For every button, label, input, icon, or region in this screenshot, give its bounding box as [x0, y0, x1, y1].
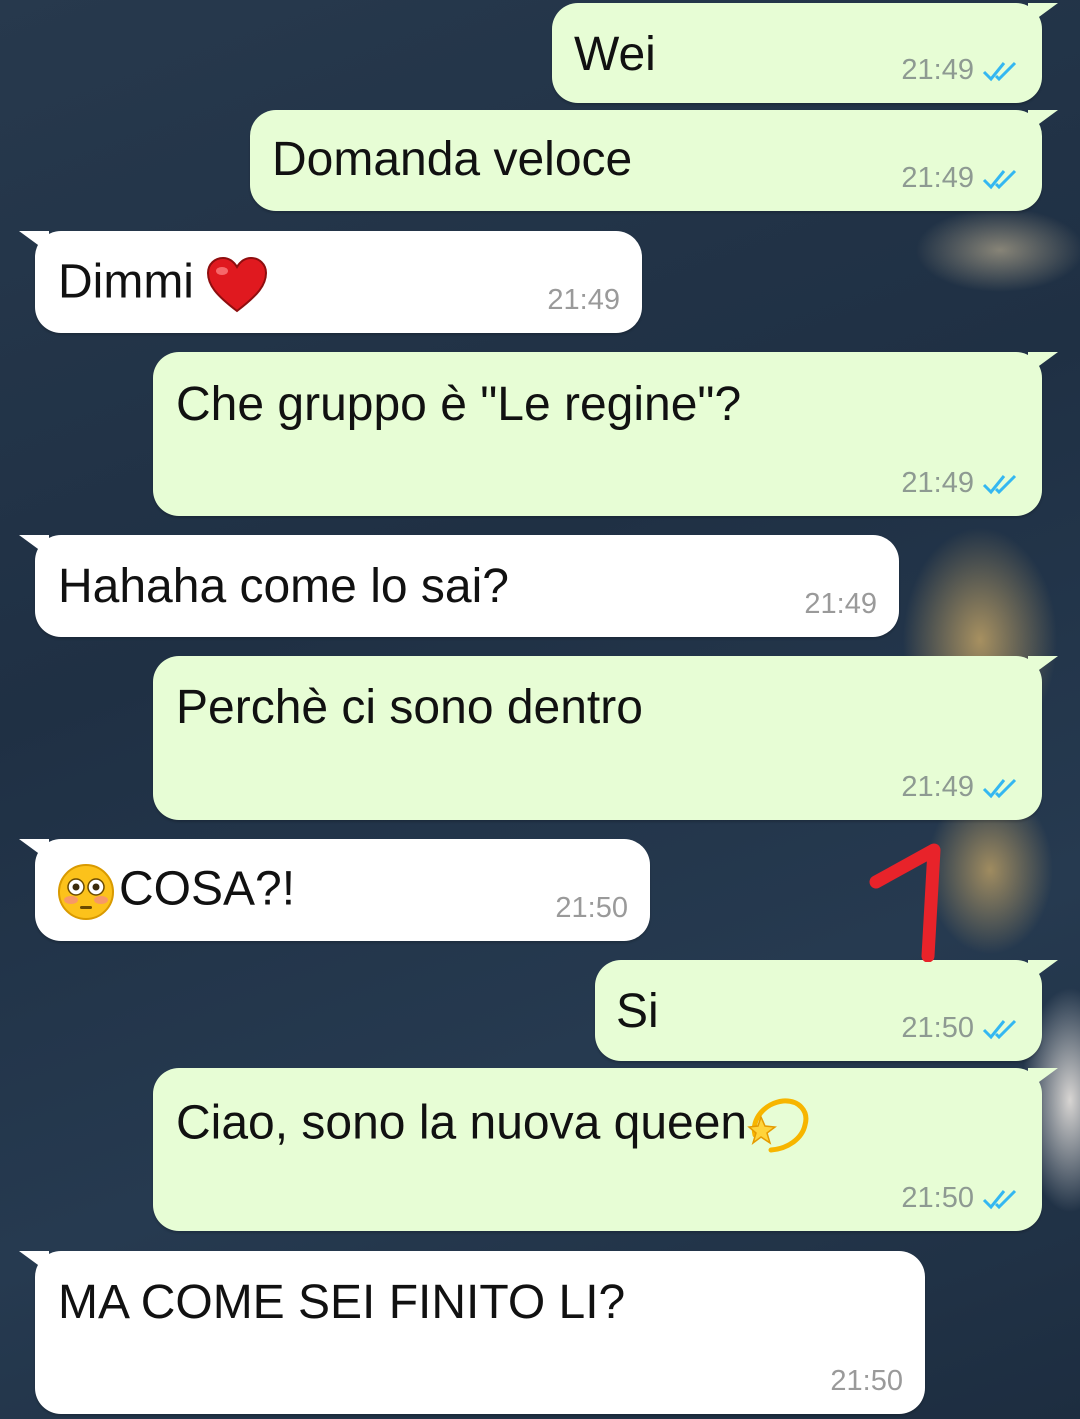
message-bubble-outgoing[interactable]: Perchè ci sono dentro 21:49: [153, 656, 1058, 820]
message-time: 21:49: [547, 284, 620, 316]
message-meta: 21:50: [901, 1014, 1020, 1043]
message-bubble-incoming[interactable]: Dimmi 21:49: [19, 231, 642, 333]
message-meta: 21:49: [804, 590, 877, 619]
double-check-read-icon: [982, 61, 1017, 81]
message-meta: 21:49: [901, 469, 1020, 498]
red-heart-icon: [206, 257, 267, 313]
double-check-read-icon: [982, 474, 1017, 494]
double-check-read-icon: [982, 1019, 1017, 1039]
message-text: Domanda veloce: [272, 133, 633, 186]
message-time: 21:49: [901, 467, 974, 499]
message-text-content: Ciao, sono la nuova queen: [176, 1096, 748, 1150]
message-meta: 21:50: [901, 1184, 1020, 1213]
message-text: COSA?!: [57, 863, 295, 921]
message-bubble-incoming[interactable]: Hahaha come lo sai? 21:49: [19, 535, 899, 637]
message-text: Si: [616, 985, 659, 1038]
message-text: Dimmi: [58, 257, 268, 313]
message-bubble-outgoing[interactable]: Domanda veloce 21:49: [250, 110, 1058, 211]
double-check-read-icon: [982, 169, 1017, 189]
flushed-face-icon: [58, 864, 114, 920]
message-bubble-outgoing[interactable]: Che gruppo è "Le regine"? 21:49: [153, 352, 1058, 516]
message-time: 21:49: [804, 588, 877, 620]
message-text-content: COSA?!: [119, 862, 296, 916]
message-meta: 21:49: [547, 286, 620, 315]
message-text-content: Dimmi: [58, 255, 194, 309]
message-text: Wei: [574, 28, 656, 81]
message-bubble-outgoing[interactable]: Ciao, sono la nuova queen 21:50: [153, 1068, 1058, 1231]
red-hand-drawn-mark-icon: [869, 843, 941, 962]
message-time: 21:49: [901, 162, 974, 194]
message-meta: 21:50: [830, 1367, 903, 1396]
message-meta: 21:49: [901, 773, 1020, 802]
message-text: MA COME SEI FINITO LI?: [58, 1276, 626, 1329]
message-time: 21:49: [901, 771, 974, 803]
message-bubble-incoming[interactable]: COSA?! 21:50: [19, 839, 650, 941]
dizzy-star-icon: [747, 1098, 809, 1153]
double-check-read-icon: [982, 778, 1017, 798]
message-meta: 21:50: [555, 894, 628, 923]
message-time: 21:50: [830, 1365, 903, 1397]
message-meta: 21:49: [901, 164, 1020, 193]
message-text: Che gruppo è "Le regine"?: [176, 378, 742, 431]
message-meta: 21:49: [901, 56, 1020, 85]
double-check-read-icon: [982, 1189, 1017, 1209]
message-bubble-outgoing[interactable]: Si 21:50: [595, 960, 1058, 1061]
message-text: Perchè ci sono dentro: [176, 681, 643, 734]
message-time: 21:49: [901, 54, 974, 86]
message-bubble-outgoing[interactable]: Wei 21:49: [552, 3, 1058, 103]
message-time: 21:50: [901, 1182, 974, 1214]
message-time: 21:50: [555, 892, 628, 924]
message-bubble-incoming[interactable]: MA COME SEI FINITO LI? 21:50: [19, 1251, 925, 1414]
message-time: 21:50: [901, 1012, 974, 1044]
message-text: Hahaha come lo sai?: [58, 560, 509, 613]
message-text: Ciao, sono la nuova queen: [176, 1095, 811, 1157]
